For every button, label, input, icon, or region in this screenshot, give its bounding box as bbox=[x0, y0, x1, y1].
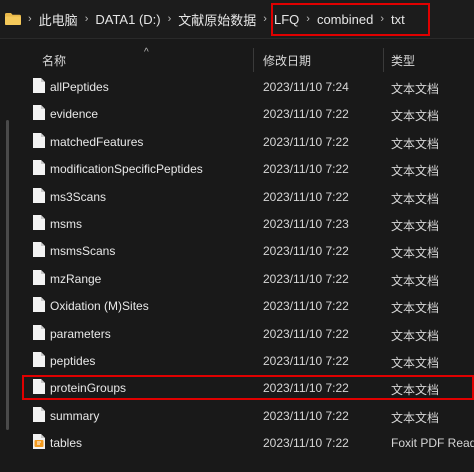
file-row[interactable]: proteinGroups 2023/11/10 7:22 文本文档 bbox=[18, 374, 474, 401]
file-modified: 2023/11/10 7:22 bbox=[263, 189, 349, 204]
column-divider[interactable] bbox=[253, 48, 254, 72]
chevron-right-icon: › bbox=[380, 13, 384, 25]
file-name: mzRange bbox=[50, 271, 102, 286]
pdf-file-icon bbox=[33, 434, 45, 450]
text-file-icon bbox=[33, 352, 45, 367]
file-name: tables bbox=[50, 436, 83, 451]
file-name: ms3Scans bbox=[50, 189, 107, 204]
breadcrumb: › 此电脑 › DATA1 (D:) › 文献原始数据 › LFQ › comb… bbox=[0, 0, 474, 39]
chevron-right-icon: › bbox=[28, 13, 32, 25]
text-file-icon bbox=[33, 269, 45, 285]
file-name: parameters bbox=[50, 326, 111, 341]
file-name: Oxidation (M)Sites bbox=[50, 299, 149, 314]
chevron-right-icon: › bbox=[306, 13, 310, 25]
file-modified: 2023/11/10 7:22 bbox=[263, 244, 349, 259]
file-type: 文本文档 bbox=[391, 136, 440, 151]
folder-icon bbox=[5, 13, 21, 25]
breadcrumb-item-txt[interactable]: txt bbox=[391, 12, 405, 27]
file-modified: 2023/11/10 7:24 bbox=[263, 80, 349, 94]
file-modified: 2023/11/10 7:22 bbox=[263, 354, 349, 368]
file-type: 文本文档 bbox=[391, 410, 440, 425]
file-name: allPeptides bbox=[50, 80, 109, 94]
file-row[interactable]: peptides 2023/11/10 7:22 文本文档 bbox=[18, 347, 474, 374]
file-modified: 2023/11/10 7:22 bbox=[263, 162, 349, 177]
file-row[interactable]: matchedFeatures 2023/11/10 7:22 文本文档 bbox=[18, 128, 474, 155]
text-file-icon bbox=[33, 297, 45, 313]
file-modified: 2023/11/10 7:22 bbox=[263, 271, 349, 286]
text-file-icon bbox=[33, 132, 45, 148]
file-type: 文本文档 bbox=[391, 383, 440, 398]
column-header-modified[interactable]: 修改日期 bbox=[263, 52, 311, 69]
file-modified: 2023/11/10 7:22 bbox=[263, 107, 349, 122]
text-file-icon bbox=[33, 160, 45, 176]
file-row[interactable]: msms 2023/11/10 7:23 文本文档 bbox=[18, 210, 474, 237]
file-type: 文本文档 bbox=[391, 82, 440, 96]
file-modified: 2023/11/10 7:22 bbox=[263, 408, 349, 423]
file-row[interactable]: ms3Scans 2023/11/10 7:22 文本文档 bbox=[18, 183, 474, 210]
file-row[interactable]: evidence 2023/11/10 7:22 文本文档 bbox=[18, 100, 474, 127]
file-type: 文本文档 bbox=[391, 356, 440, 370]
chevron-right-icon: › bbox=[84, 13, 89, 25]
file-row[interactable]: Oxidation (M)Sites 2023/11/10 7:22 文本文档 bbox=[18, 292, 474, 319]
column-header: ^ 名称 修改日期 类型 bbox=[0, 44, 474, 72]
sort-chevron-up-icon: ^ bbox=[144, 47, 149, 58]
file-name: summary bbox=[50, 408, 100, 423]
file-row[interactable]: parameters 2023/11/10 7:22 文本文档 bbox=[18, 320, 474, 347]
text-file-icon bbox=[33, 78, 45, 93]
file-name: evidence bbox=[50, 107, 99, 122]
breadcrumb-item-this-pc[interactable]: 此电脑 bbox=[39, 10, 78, 29]
file-modified: 2023/11/10 7:23 bbox=[263, 217, 349, 231]
file-modified: 2023/11/10 7:22 bbox=[263, 326, 349, 341]
file-modified: 2023/11/10 7:22 bbox=[263, 436, 349, 451]
file-type: 文本文档 bbox=[391, 109, 440, 124]
file-name: proteinGroups bbox=[50, 381, 127, 396]
text-file-icon bbox=[33, 105, 45, 121]
scrollbar[interactable] bbox=[6, 120, 9, 430]
breadcrumb-item-raw-data[interactable]: 文献原始数据 bbox=[178, 10, 256, 29]
file-type: 文本文档 bbox=[391, 191, 440, 206]
file-type: 文本文档 bbox=[391, 246, 440, 261]
file-type: 文本文档 bbox=[391, 164, 440, 179]
chevron-right-icon: › bbox=[263, 13, 267, 25]
column-header-name[interactable]: 名称 bbox=[42, 52, 66, 69]
file-row[interactable]: tables 2023/11/10 7:22 Foxit PDF Reader bbox=[18, 429, 474, 456]
breadcrumb-item-combined[interactable]: combined bbox=[317, 12, 373, 27]
file-row[interactable]: allPeptides 2023/11/10 7:24 文本文档 bbox=[18, 73, 474, 100]
file-row[interactable]: summary 2023/11/10 7:22 文本文档 bbox=[18, 402, 474, 429]
breadcrumb-item-lfq[interactable]: LFQ bbox=[274, 12, 299, 27]
file-name: peptides bbox=[50, 354, 96, 368]
text-file-icon bbox=[33, 379, 45, 395]
file-name: msms bbox=[50, 217, 82, 231]
file-type: 文本文档 bbox=[391, 273, 440, 288]
file-type: 文本文档 bbox=[391, 219, 440, 233]
file-modified: 2023/11/10 7:22 bbox=[263, 299, 349, 314]
file-type: Foxit PDF Reader bbox=[391, 436, 474, 451]
file-name: matchedFeatures bbox=[50, 134, 144, 149]
file-name: msmsScans bbox=[50, 244, 116, 259]
text-file-icon bbox=[33, 242, 45, 258]
file-type: 文本文档 bbox=[391, 328, 440, 343]
text-file-icon bbox=[33, 215, 45, 230]
file-row[interactable]: modificationSpecificPeptides 2023/11/10 … bbox=[18, 155, 474, 182]
file-row[interactable]: msmsScans 2023/11/10 7:22 文本文档 bbox=[18, 237, 474, 264]
text-file-icon bbox=[33, 406, 45, 422]
chevron-right-icon: › bbox=[167, 13, 172, 25]
column-divider[interactable] bbox=[383, 48, 384, 72]
file-modified: 2023/11/10 7:22 bbox=[263, 381, 349, 396]
text-file-icon bbox=[33, 187, 45, 203]
file-type: 文本文档 bbox=[391, 301, 440, 316]
file-row[interactable]: mzRange 2023/11/10 7:22 文本文档 bbox=[18, 265, 474, 292]
text-file-icon bbox=[33, 324, 45, 340]
column-header-type[interactable]: 类型 bbox=[391, 52, 415, 69]
file-modified: 2023/11/10 7:22 bbox=[263, 134, 349, 149]
file-name: modificationSpecificPeptides bbox=[50, 162, 203, 177]
breadcrumb-item-data1[interactable]: DATA1 (D:) bbox=[95, 12, 160, 27]
